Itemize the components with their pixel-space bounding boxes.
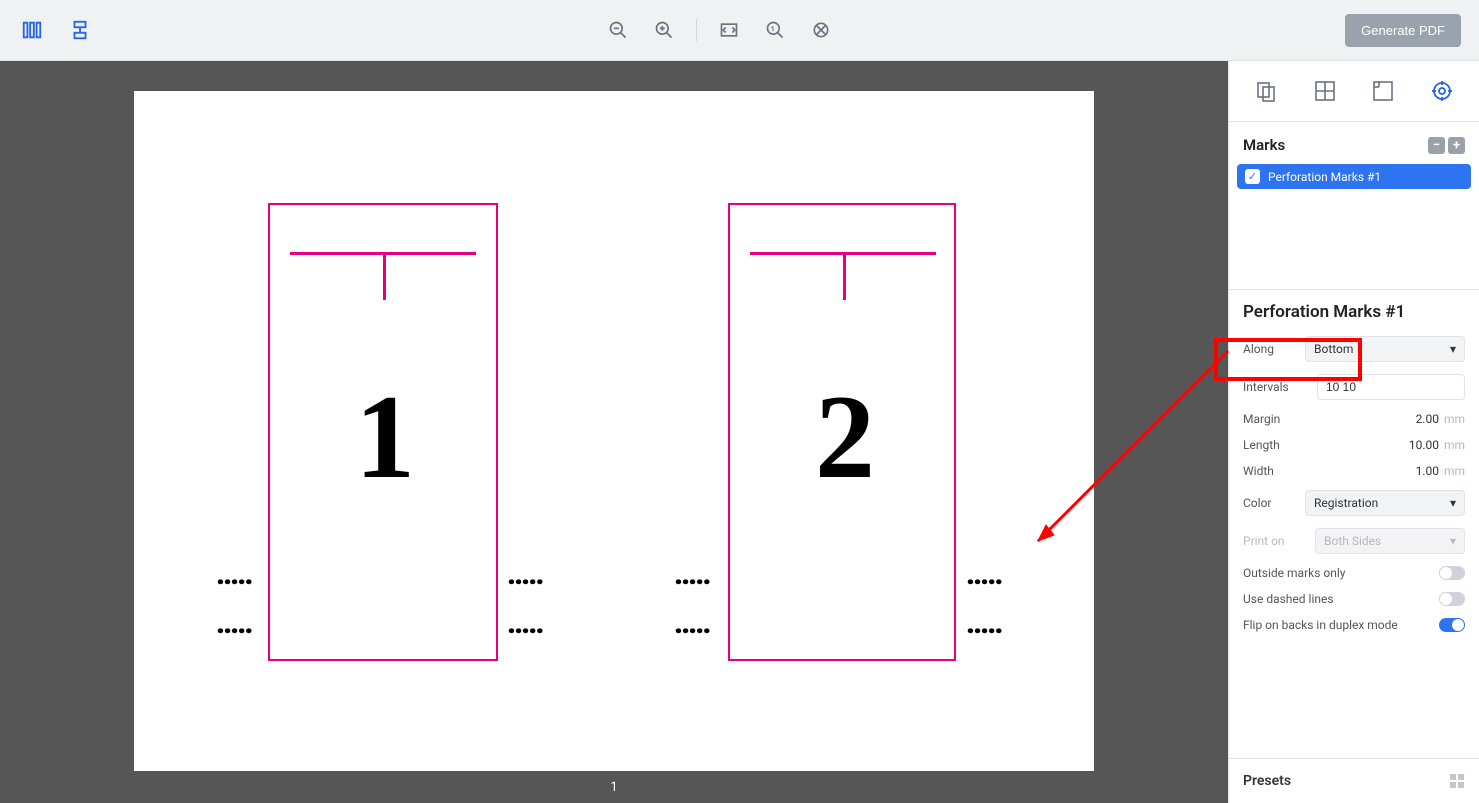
presets-label: Presets [1243, 773, 1291, 789]
add-mark-button[interactable]: + [1448, 137, 1465, 154]
mark-list-item[interactable]: ✓ Perforation Marks #1 [1237, 164, 1471, 189]
top-toolbar: 1 Generate PDF [0, 0, 1479, 61]
tab-layout-icon[interactable] [1305, 71, 1345, 111]
margin-value[interactable]: 2.00 [1416, 412, 1439, 426]
outside-marks-toggle[interactable] [1439, 566, 1465, 580]
length-value[interactable]: 10.00 [1409, 438, 1439, 452]
chevron-down-icon: ▾ [1450, 496, 1456, 510]
color-select[interactable]: Registration ▾ [1305, 490, 1465, 516]
dashed-lines-toggle[interactable] [1439, 592, 1465, 606]
chevron-down-icon: ▾ [1450, 534, 1456, 548]
zoom-actual-icon[interactable]: 1 [761, 16, 789, 44]
mark-checkbox[interactable]: ✓ [1245, 169, 1260, 184]
margin-label: Margin [1243, 412, 1280, 426]
print-on-select: Both Sides ▾ [1315, 528, 1465, 554]
width-label: Width [1243, 464, 1274, 478]
perf-marks: ..... [674, 560, 709, 590]
toolbar-divider [696, 19, 697, 41]
generate-pdf-button[interactable]: Generate PDF [1345, 14, 1461, 47]
svg-text:1: 1 [771, 25, 775, 33]
perf-marks: ..... [507, 609, 542, 639]
tab-pages-icon[interactable] [1246, 71, 1286, 111]
perf-marks: ..... [216, 560, 251, 590]
properties-title: Perforation Marks #1 [1243, 302, 1465, 322]
imposition-mode-2-icon[interactable] [66, 16, 94, 44]
along-label: Along [1243, 342, 1274, 356]
zoom-fit-icon[interactable] [807, 16, 835, 44]
length-label: Length [1243, 438, 1280, 452]
right-sidebar: Marks − + ✓ Perforation Marks #1 Perfora… [1228, 61, 1479, 803]
perf-marks: ..... [966, 609, 1001, 639]
flip-backs-toggle[interactable] [1439, 618, 1465, 632]
chevron-down-icon: ▾ [1450, 342, 1456, 356]
intervals-input[interactable] [1317, 374, 1465, 400]
perf-marks: ..... [507, 560, 542, 590]
marks-heading: Marks [1243, 136, 1285, 154]
page-number-2: 2 [815, 368, 875, 506]
perf-marks: ..... [966, 560, 1001, 590]
color-label: Color [1243, 496, 1271, 510]
fit-width-icon[interactable] [715, 16, 743, 44]
perf-marks: ..... [216, 609, 251, 639]
page-number-1: 1 [355, 368, 415, 506]
print-on-label: Print on [1243, 534, 1285, 548]
imposition-mode-1-icon[interactable] [18, 16, 46, 44]
along-select[interactable]: Bottom ▾ [1305, 336, 1465, 362]
zoom-in-icon[interactable] [650, 16, 678, 44]
perf-marks: ..... [674, 609, 709, 639]
dashed-lines-label: Use dashed lines [1243, 592, 1334, 606]
tab-marks-icon[interactable] [1422, 71, 1462, 111]
sheet-number-label: 1 [610, 780, 617, 795]
outside-marks-label: Outside marks only [1243, 566, 1345, 580]
tab-bleed-icon[interactable] [1363, 71, 1403, 111]
fold-line-v-1 [383, 252, 386, 300]
mark-properties: Perforation Marks #1 Along Bottom ▾ Inte… [1229, 289, 1479, 652]
zoom-out-icon[interactable] [604, 16, 632, 44]
presets-section[interactable]: Presets [1229, 758, 1479, 803]
remove-mark-button[interactable]: − [1428, 137, 1445, 154]
sidebar-tabs [1229, 61, 1479, 122]
sheet-preview: 1 2 ..... ..... ..... ..... ..... ..... … [134, 91, 1094, 771]
canvas-area[interactable]: 1 2 ..... ..... ..... ..... ..... ..... … [0, 61, 1228, 803]
flip-backs-label: Flip on backs in duplex mode [1243, 618, 1398, 632]
presets-grid-icon[interactable] [1449, 773, 1465, 789]
mark-item-label: Perforation Marks #1 [1268, 170, 1381, 184]
fold-line-v-2 [843, 252, 846, 300]
width-value[interactable]: 1.00 [1416, 464, 1439, 478]
intervals-label: Intervals [1243, 380, 1289, 394]
annotation-arrow [1018, 341, 1248, 561]
